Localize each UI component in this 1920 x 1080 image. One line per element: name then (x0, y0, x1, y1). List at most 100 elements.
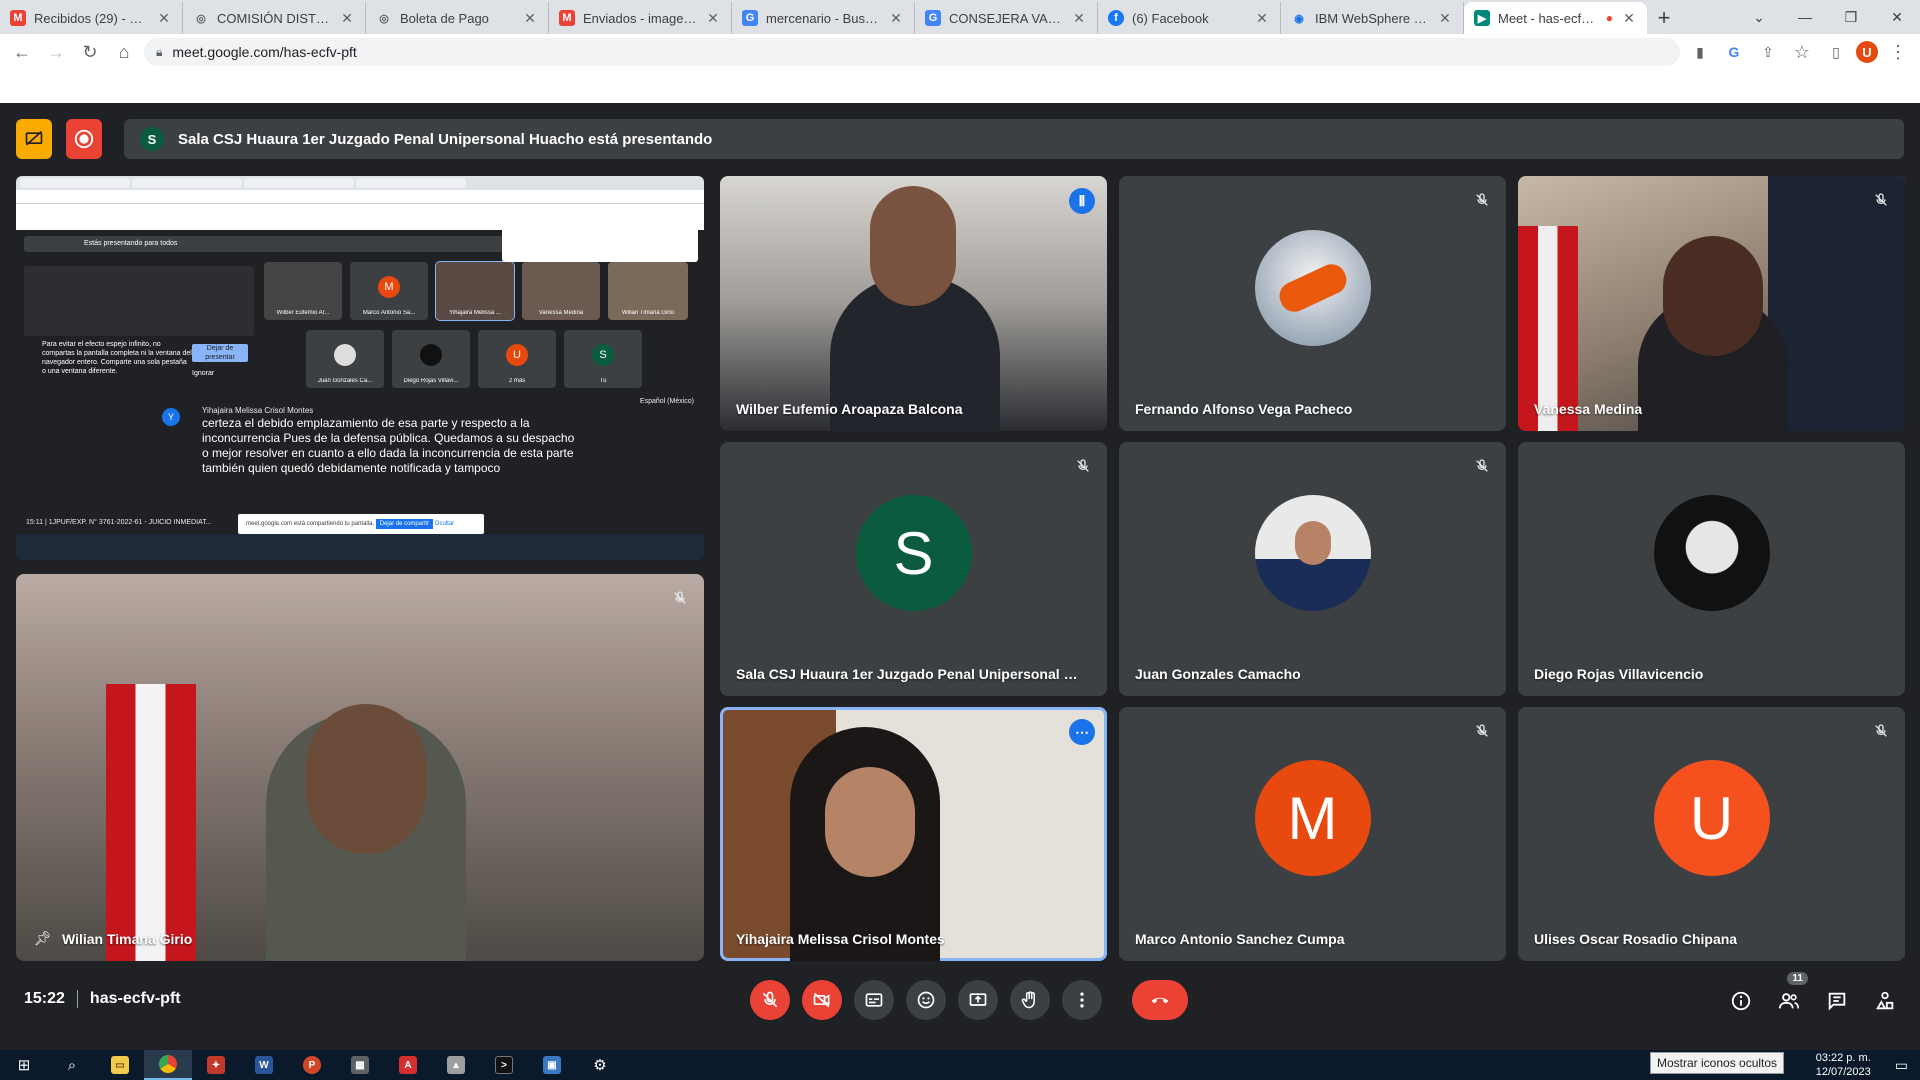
search-icon[interactable]: ⌕ (48, 1050, 96, 1080)
mini-tile: Vanessa Medina (522, 262, 600, 320)
participant-avatar: M (1254, 760, 1371, 876)
activities-button[interactable] (1870, 986, 1900, 1016)
globe-icon: ◎ (379, 12, 389, 25)
recording-indicator-icon[interactable] (66, 119, 102, 159)
forward-icon[interactable]: → (42, 38, 70, 66)
close-icon[interactable]: ✕ (1071, 10, 1087, 27)
powerpoint-icon[interactable]: P (288, 1050, 336, 1080)
participant-name: Vanessa Medina (1534, 401, 1643, 417)
participant-tile-marco[interactable]: M Marco Antonio Sanchez Cumpa (1119, 707, 1506, 961)
leave-call-button[interactable] (1132, 980, 1188, 1020)
presenting-banner: S Sala CSJ Huaura 1er Juzgado Penal Unip… (124, 119, 1904, 159)
notifications-icon[interactable]: ▭ (1895, 1057, 1908, 1074)
browser-tab[interactable]: ◎ COMISIÓN DISTRITAL ✕ (183, 2, 366, 34)
close-icon[interactable]: ✕ (339, 10, 355, 27)
settings-gear-icon[interactable]: ⚙ (576, 1050, 624, 1080)
minimize-icon[interactable]: — (1782, 0, 1828, 34)
browser-tab[interactable]: ◎ Boleta de Pago ✕ (366, 2, 549, 34)
tab-search-icon[interactable]: ⌄ (1736, 0, 1782, 34)
meeting-time: 15:22 (24, 990, 65, 1007)
menu-kebab-icon[interactable]: ⋮ (1884, 38, 1912, 66)
more-vert-icon (1080, 992, 1084, 1008)
reload-icon[interactable]: ↻ (76, 38, 104, 66)
browser-tab[interactable]: ◉ IBM WebSphere Porta ✕ (1281, 2, 1464, 34)
mini-tab-strip (16, 176, 704, 190)
browser-tab[interactable]: M Recibidos (29) - urosa ✕ (0, 2, 183, 34)
chrome-icon[interactable] (144, 1050, 192, 1080)
close-window-icon[interactable]: ✕ (1874, 0, 1920, 34)
mini-sharing-toast: meet.google.com está compartiendo tu pan… (238, 514, 484, 534)
file-explorer-icon[interactable]: ▭ (96, 1050, 144, 1080)
browser-tab[interactable]: G CONSEJERA VANESSA ✕ (915, 2, 1098, 34)
home-icon[interactable]: ⌂ (110, 38, 138, 66)
participant-avatar (1254, 229, 1371, 346)
camera-icon[interactable]: ▮ (1686, 38, 1714, 66)
browser-tab[interactable]: M Enviados - imagencsjh ✕ (549, 2, 732, 34)
side-panel-icon[interactable]: ▯ (1822, 38, 1850, 66)
profile-avatar[interactable]: U (1856, 41, 1878, 63)
back-icon[interactable]: ← (8, 38, 36, 66)
presentation-indicator-icon[interactable] (16, 119, 52, 159)
close-icon[interactable]: ✕ (1254, 10, 1270, 27)
participant-tile-vanessa[interactable]: Vanessa Medina (1518, 176, 1905, 431)
mini-tile: Wilber Eufemio Ar... (264, 262, 342, 320)
tab-label: Boleta de Pago (400, 10, 489, 26)
camera-toggle-button[interactable] (802, 980, 842, 1020)
mic-toggle-button[interactable] (750, 980, 790, 1020)
word-icon[interactable]: W (240, 1050, 288, 1080)
browser-tab[interactable]: Gmercenario - Buscar c ✕ (732, 2, 915, 34)
windows-start-icon[interactable]: ⊞ (0, 1050, 48, 1080)
close-icon[interactable]: ✕ (888, 10, 904, 27)
chat-icon (1828, 992, 1846, 1011)
window-controls: ⌄ — ❐ ✕ (1736, 0, 1920, 34)
raise-hand-button[interactable] (1010, 980, 1050, 1020)
network-app-icon[interactable]: ▣ (528, 1050, 576, 1080)
installer-icon[interactable]: ▲ (432, 1050, 480, 1080)
browser-tab-strip: M Recibidos (29) - urosa ✕ ◎ COMISIÓN DISTR… (0, 0, 1920, 34)
close-icon[interactable]: ✕ (156, 10, 172, 27)
chat-button[interactable] (1822, 986, 1852, 1016)
terminal-icon[interactable]: > (480, 1050, 528, 1080)
mini-stop-presenting-button: Dejar de presentar (192, 344, 248, 362)
more-options-button[interactable] (1062, 980, 1102, 1020)
participant-tile-diego[interactable]: Diego Rojas Villavicencio (1518, 442, 1905, 696)
participant-tile-wilber[interactable]: ⦀ Wilber Eufemio Aroapaza Balcona (720, 176, 1107, 431)
participant-tile-fernando[interactable]: Fernando Alfonso Vega Pacheco (1119, 176, 1506, 431)
mic-off-icon (1871, 190, 1891, 210)
mic-off-icon (762, 991, 778, 1008)
participant-tile-sala[interactable]: S Sala CSJ Huaura 1er Juzgado Penal Unip… (720, 442, 1107, 696)
emoji-reactions-button[interactable] (906, 980, 946, 1020)
close-icon[interactable]: ✕ (705, 10, 721, 27)
browser-tab-active[interactable]: ▶ Meet - has-ecfv-p ● ✕ (1464, 2, 1647, 34)
calculator-icon[interactable]: ▦ (336, 1050, 384, 1080)
caption-language: Español (México) (639, 398, 694, 405)
participant-tile-wilian[interactable]: 📌︎ Wilian Timana Girio (16, 574, 704, 961)
people-button[interactable]: 11 (1774, 972, 1808, 1016)
taskbar-clock[interactable]: 03:22 p. m. 12/07/2023 (1816, 1051, 1871, 1079)
close-icon[interactable]: ✕ (1437, 10, 1453, 27)
meeting-details-button[interactable] (1726, 986, 1756, 1016)
browser-tab[interactable]: f (6) Facebook ✕ (1098, 2, 1281, 34)
pin-icon[interactable]: 📌︎ (34, 930, 52, 947)
participant-tile-yihajaira[interactable]: ⋯ Yihajaira Melissa Crisol Montes (720, 707, 1107, 961)
mini-tile: U2 más (478, 330, 556, 388)
participant-tile-juan[interactable]: Juan Gonzales Camacho (1119, 442, 1506, 696)
new-tab-button[interactable]: + (1647, 2, 1681, 34)
address-bar[interactable]: 🔒︎ meet.google.com/has-ecfv-pft (144, 38, 1680, 66)
participant-name: Juan Gonzales Camacho (1135, 666, 1301, 682)
google-lens-icon[interactable]: G (1720, 38, 1748, 66)
participant-tile-ulises[interactable]: U Ulises Oscar Rosadio Chipana (1518, 707, 1905, 961)
game-icon[interactable]: ✦ (192, 1050, 240, 1080)
captions-button[interactable] (854, 980, 894, 1020)
close-icon[interactable]: ✕ (522, 10, 538, 27)
restore-icon[interactable]: ❐ (1828, 0, 1874, 34)
pdf-reader-icon[interactable]: A (384, 1050, 432, 1080)
facebook-icon: f (1108, 10, 1124, 26)
present-now-button[interactable] (958, 980, 998, 1020)
tab-label: COMISIÓN DISTRITAL (217, 10, 331, 26)
close-icon[interactable]: ✕ (1621, 10, 1637, 27)
participant-name: Marco Antonio Sanchez Cumpa (1135, 931, 1345, 947)
more-options-icon[interactable]: ⋯ (1069, 719, 1095, 745)
bookmark-star-icon[interactable]: ☆ (1788, 38, 1816, 66)
share-icon[interactable]: ⇪ (1754, 38, 1782, 66)
